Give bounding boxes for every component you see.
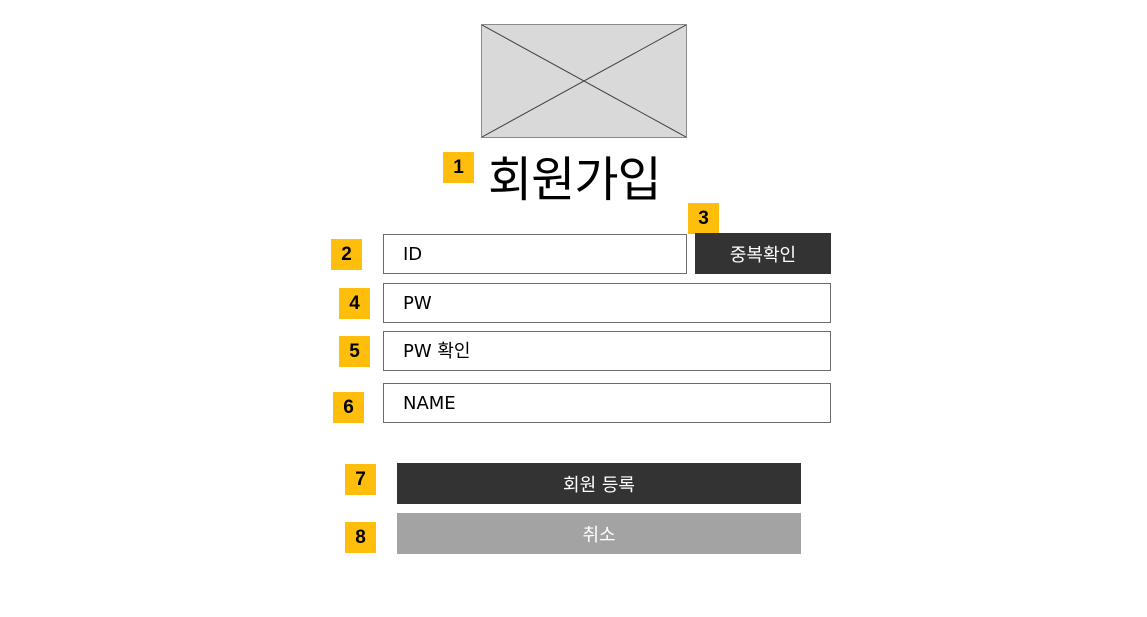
name-input[interactable] — [383, 383, 831, 423]
annotation-marker-pw-confirm: 5 — [339, 336, 370, 367]
annotation-marker-pw: 4 — [339, 288, 370, 319]
annotation-marker-duplicate-check: 3 — [688, 203, 719, 234]
image-placeholder-icon — [481, 24, 687, 138]
annotation-marker-name: 6 — [333, 392, 364, 423]
password-confirm-input[interactable] — [383, 331, 831, 371]
password-input[interactable] — [383, 283, 831, 323]
annotation-marker-register: 7 — [345, 464, 376, 495]
annotation-marker-cancel: 8 — [345, 522, 376, 553]
signup-page: 1 회원가입 3 2 중복확인 4 5 6 7 회원 등록 8 취소 — [0, 0, 1147, 617]
register-button[interactable]: 회원 등록 — [397, 463, 801, 504]
duplicate-check-button[interactable]: 중복확인 — [695, 233, 831, 274]
annotation-marker-id: 2 — [331, 239, 362, 270]
id-input[interactable] — [383, 234, 687, 274]
cancel-button[interactable]: 취소 — [397, 513, 801, 554]
annotation-marker-title: 1 — [443, 152, 474, 183]
page-title: 회원가입 — [488, 152, 662, 208]
